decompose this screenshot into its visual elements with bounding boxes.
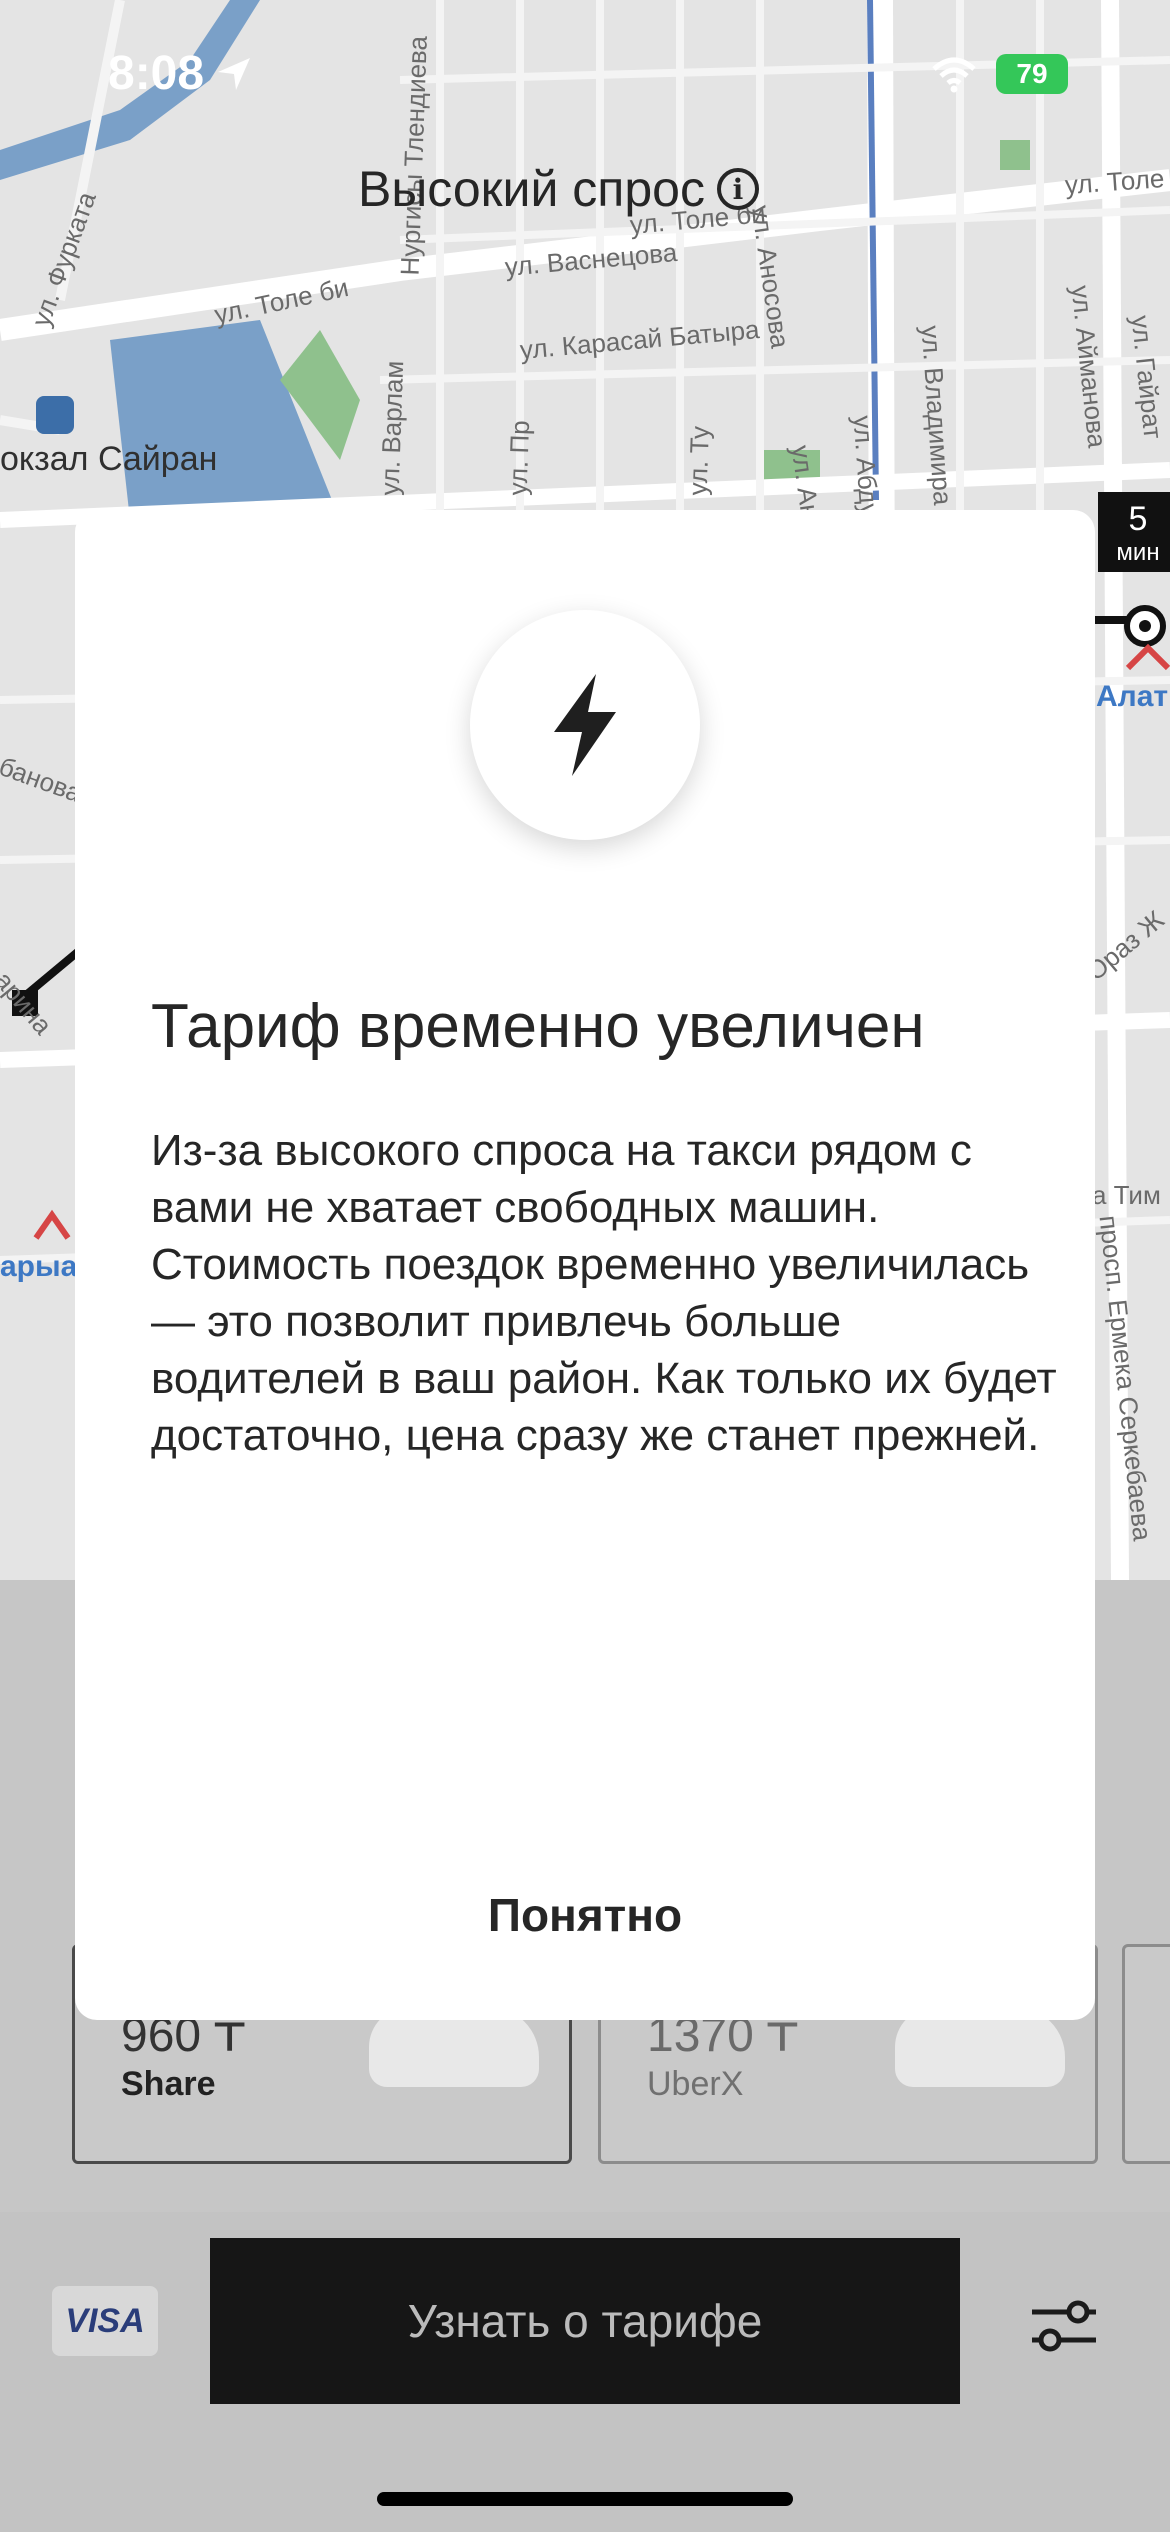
metro-station-label: арыа (0, 1250, 78, 1283)
route-end-dot (1139, 620, 1151, 632)
high-demand-label[interactable]: Высокий спрос i (358, 160, 759, 218)
lightning-icon (554, 674, 616, 776)
home-indicator[interactable] (377, 2492, 793, 2506)
street-label: ул. Варлам (374, 360, 410, 497)
metro-station-label: Алат (1096, 680, 1169, 713)
payment-method-button[interactable]: VISA (52, 2286, 158, 2356)
location-arrow-icon (218, 57, 251, 90)
tariff-card-more[interactable] (1122, 1944, 1170, 2164)
dialog-title: Тариф временно увеличен (151, 992, 925, 1061)
tariff-name: UberX (647, 2065, 744, 2103)
map-park (1000, 140, 1030, 170)
filter-settings-icon[interactable] (1028, 2290, 1100, 2362)
eta-unit: мин (1116, 539, 1160, 566)
dialog-body: Из-за высокого спроса на такси рядом с в… (151, 1126, 1057, 1460)
wifi-icon (932, 57, 976, 93)
status-bar-right: 79 (930, 54, 1068, 94)
battery-level: 79 (1016, 58, 1048, 89)
clock: 8:08 (108, 47, 205, 100)
high-demand-text: Высокий спрос (358, 161, 705, 217)
status-bar-time: 8:08 (108, 46, 254, 101)
dialog-ok-button[interactable]: Понятно (75, 1860, 1095, 1970)
street-label: ул. Ту (682, 425, 715, 497)
station-label: окзал Сайран (0, 440, 218, 478)
info-icon[interactable]: i (716, 168, 759, 210)
map-road (0, 0, 125, 435)
metro-icon (33, 1209, 71, 1240)
battery-indicator: 79 (996, 54, 1068, 94)
surge-icon-circle (470, 610, 700, 840)
street-label: ул. Пр (502, 419, 536, 497)
street-label: а Тим (1092, 1180, 1161, 1210)
price-surge-dialog: Тариф временно увеличен Из-за высокого с… (75, 510, 1095, 2020)
bus-stop-icon (36, 396, 74, 434)
tariff-info-button[interactable]: Узнать о тарифе (210, 2238, 960, 2404)
tariff-name: Share (121, 2065, 216, 2103)
eta-number: 5 (1128, 500, 1148, 538)
eta-badge: 5 мин (1098, 492, 1170, 572)
metro-icon (1125, 643, 1170, 671)
